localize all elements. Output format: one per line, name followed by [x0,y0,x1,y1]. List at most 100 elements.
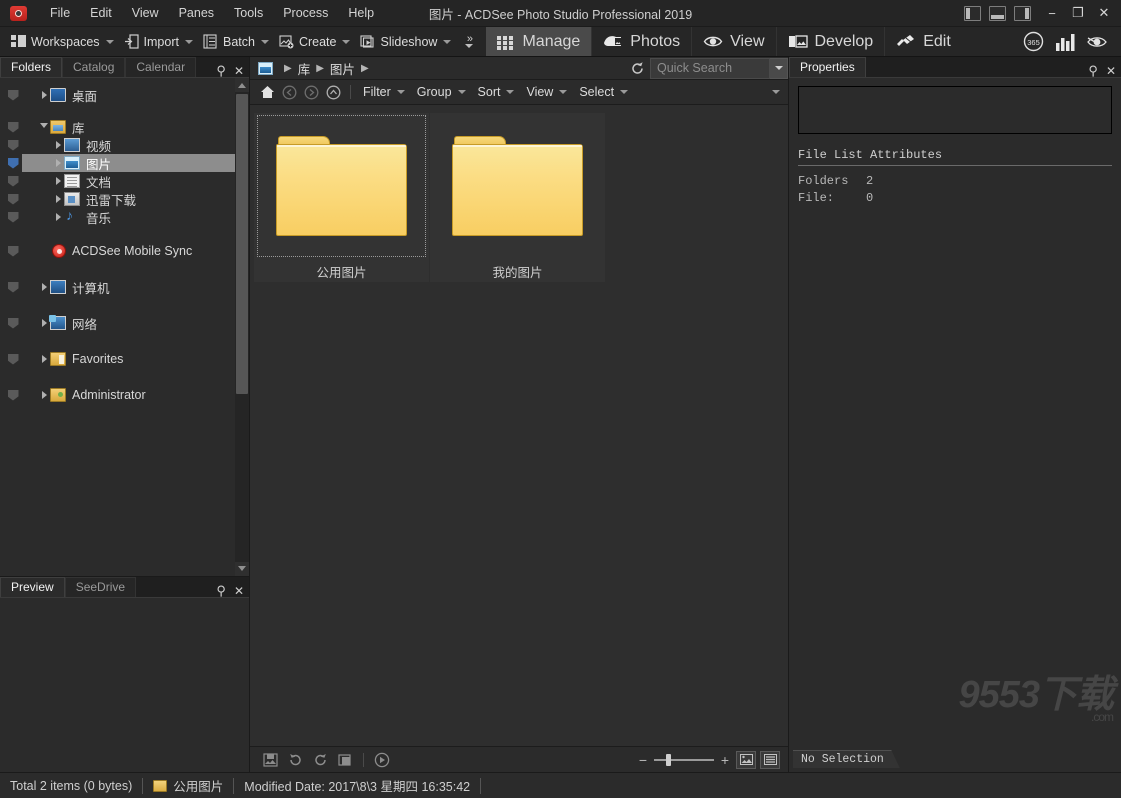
365-icon[interactable]: 365 [1017,27,1049,57]
slideshow-button[interactable]: Slideshow [355,27,456,57]
save-image-icon[interactable] [258,749,283,771]
chart-icon[interactable] [1049,27,1081,57]
flag-icon[interactable] [2,211,24,223]
filter-menu[interactable]: Filter [357,80,411,105]
menu-panes[interactable]: Panes [169,2,224,24]
refresh-icon[interactable] [624,57,650,80]
menu-file[interactable]: File [40,2,80,24]
tab-catalog[interactable]: Catalog [62,57,126,77]
rotate-left-icon[interactable] [283,749,308,771]
up-icon[interactable] [322,80,344,105]
chevron-down-icon[interactable] [38,122,50,132]
mode-photos[interactable]: Photos [591,27,691,56]
chevron-right-icon[interactable] [52,177,64,185]
chevron-right-icon[interactable] [38,283,50,291]
tree-item-desktop[interactable]: 桌面 [0,86,249,104]
flag-icon[interactable] [2,89,24,101]
mode-edit[interactable]: Edit [884,27,962,56]
tab-seedrive[interactable]: SeeDrive [64,576,137,597]
view-menu[interactable]: View [520,80,573,105]
menu-help[interactable]: Help [338,2,384,24]
detail-view-icon[interactable] [760,750,780,769]
zoom-in-button[interactable]: + [718,752,732,768]
thumbnail-view-icon[interactable] [736,750,756,769]
sort-menu[interactable]: Sort [472,80,521,105]
chevron-down-icon[interactable] [184,39,193,44]
search-input[interactable]: Quick Search [650,57,770,79]
home-icon[interactable] [256,80,278,105]
close-button[interactable]: ✕ [1091,2,1117,24]
tab-properties[interactable]: Properties [789,57,866,77]
flag-icon[interactable] [2,193,24,205]
menu-view[interactable]: View [122,2,169,24]
flag-icon[interactable] [2,157,24,169]
batch-button[interactable]: Batch [198,27,274,57]
tree-item-acdsee-mobile-sync[interactable]: ACDSee Mobile Sync [0,242,249,260]
pin-icon[interactable]: ⚲ [1088,64,1098,77]
chevron-right-icon[interactable] [38,355,50,363]
selection-status-tab[interactable]: No Selection [793,748,1121,770]
search-dropdown-button[interactable] [770,57,788,79]
tree-item-network[interactable]: 网络 [0,314,249,332]
chevron-down-icon[interactable] [105,39,114,44]
scroll-up-button[interactable] [235,78,249,92]
tab-preview[interactable]: Preview [0,576,65,597]
tree-item-documents[interactable]: 文档 [0,172,249,190]
compare-icon[interactable] [333,749,358,771]
chevron-right-icon[interactable] [38,391,50,399]
zoom-out-button[interactable]: − [636,752,650,768]
tree-item-downloads[interactable]: 迅雷下载 [0,190,249,208]
zoom-slider[interactable] [654,753,714,766]
import-button[interactable]: Import [119,27,198,57]
select-menu[interactable]: Select [573,80,634,105]
thumbnail-item[interactable]: 我的图片 [430,113,605,282]
close-icon[interactable]: ✕ [1106,65,1116,77]
maximize-button[interactable]: ❐ [1065,2,1091,24]
chevron-down-icon[interactable] [342,39,351,44]
mode-view[interactable]: View [691,27,775,56]
flag-icon[interactable] [2,281,24,293]
thumbnail-area[interactable]: 公用图片 我的图片 [250,105,788,746]
pin-icon[interactable]: ⚲ [216,64,226,77]
slideshow-play-icon[interactable] [369,749,394,771]
menu-process[interactable]: Process [273,2,338,24]
tree-item-favorites[interactable]: Favorites [0,350,249,368]
chevron-right-icon[interactable] [52,141,64,149]
tree-item-music[interactable]: 音乐 [0,207,249,226]
filterbar-overflow-button[interactable] [772,90,788,94]
tree-item-administrator[interactable]: Administrator [0,386,249,404]
minimize-button[interactable]: − [1039,2,1065,24]
chevron-right-icon[interactable] [52,159,64,167]
scroll-down-button[interactable] [235,561,249,576]
pin-icon[interactable]: ⚲ [216,584,226,597]
bottom-pane-toggle-icon[interactable] [989,5,1006,21]
flag-icon[interactable] [2,121,24,133]
tree-item-pictures[interactable]: 图片 [0,154,249,172]
tree-item-library[interactable]: 库 [0,118,249,136]
chevron-down-icon[interactable] [260,39,269,44]
mode-manage[interactable]: Manage [486,27,592,56]
right-pane-toggle-icon[interactable] [1014,5,1031,21]
tab-calendar[interactable]: Calendar [125,57,197,77]
tree-scrollbar[interactable] [235,78,249,576]
breadcrumb-separator[interactable]: ▶ [361,63,369,74]
eye-slash-icon[interactable] [1081,27,1113,57]
workspaces-button[interactable]: Workspaces [6,27,119,57]
chevron-right-icon[interactable] [38,91,50,99]
flag-icon[interactable] [2,245,24,257]
chevron-down-icon[interactable] [443,39,452,44]
flag-icon[interactable] [2,389,24,401]
chevron-right-icon[interactable] [52,195,64,203]
tree-item-videos[interactable]: 视频 [0,136,249,154]
scrollbar-thumb[interactable] [236,94,248,394]
flag-icon[interactable] [2,353,24,365]
close-icon[interactable]: ✕ [234,65,244,77]
breadcrumb-item-library[interactable]: 库 [298,59,311,78]
chevron-right-icon[interactable] [52,213,64,221]
group-menu[interactable]: Group [411,80,472,105]
breadcrumb-item-pictures[interactable]: 图片 [330,59,355,78]
toolbar-overflow-button[interactable]: » [458,34,480,48]
flag-icon[interactable] [2,175,24,187]
menu-edit[interactable]: Edit [80,2,122,24]
thumbnail-item[interactable]: 公用图片 [254,113,429,282]
